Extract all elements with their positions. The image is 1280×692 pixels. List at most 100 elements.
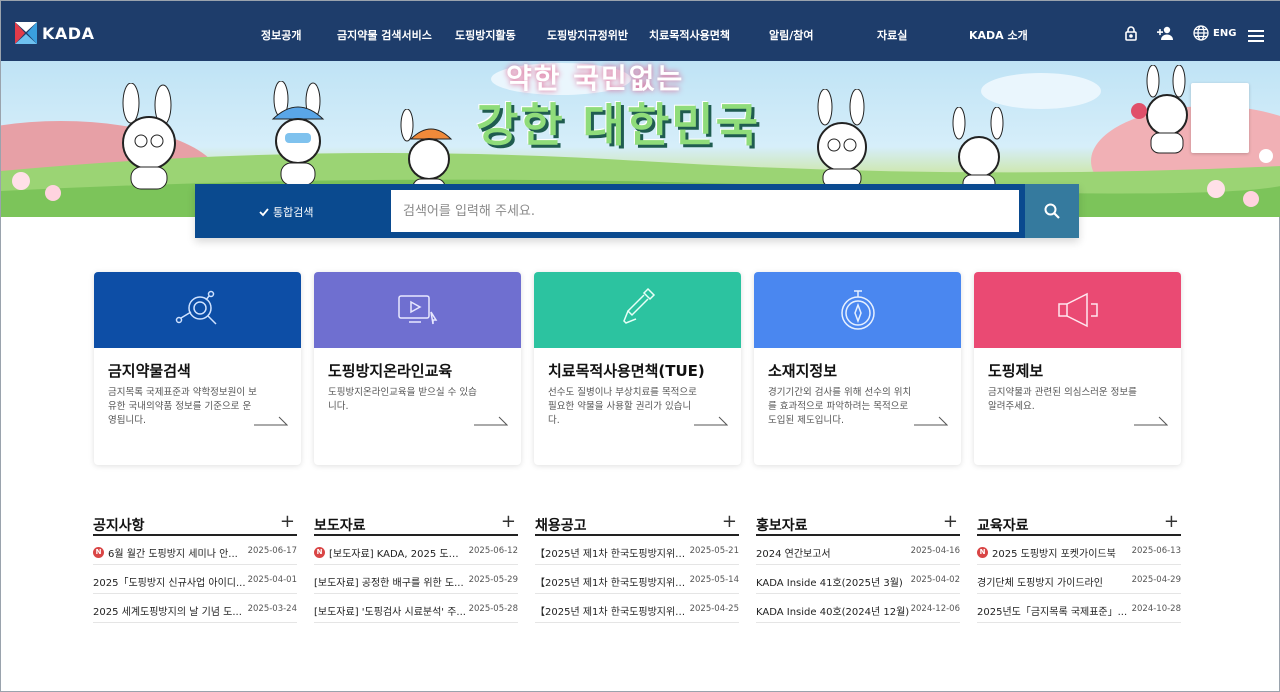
row-title: 2025년도「금지목록 국제표준」... xyxy=(977,607,1128,618)
card-tue[interactable]: 치료목적사용면책(TUE) 선수도 질병이나 부상치료를 목적으로 필요한 약물… xyxy=(534,272,741,465)
board-title: 홍보자료 xyxy=(756,518,808,534)
board-row[interactable]: N 2025 도핑방지 포켓가이드북 2025-06-13 xyxy=(977,536,1181,565)
card-online-education[interactable]: 도핑방지온라인교육 도핑방지온라인교육을 받으실 수 있습니다. xyxy=(314,272,521,465)
nav-item-about[interactable]: KADA 소개 xyxy=(969,27,1028,43)
user-add-icon[interactable] xyxy=(1157,25,1173,41)
search-bar: 통합검색 xyxy=(195,184,1079,238)
dropper-icon xyxy=(622,287,655,324)
board-header: 보도자료 + xyxy=(314,513,518,536)
board-row[interactable]: 2025「도핑방지 신규사업 아이디... 2025-04-01 xyxy=(93,565,297,594)
card-desc: 경기기간외 검사를 위해 선수의 위치를 효과적으로 파악하려는 목적으로 도입… xyxy=(768,387,912,426)
board-header: 홍보자료 + xyxy=(756,513,960,536)
board-title: 교육자료 xyxy=(977,518,1029,534)
card-title: 치료목적사용면책(TUE) xyxy=(548,362,705,380)
board-recruit: 채용공고 + 【2025년 제1차 한국도핑방지위원... 2025-05-21 … xyxy=(535,513,739,623)
row-date: 2025-04-25 xyxy=(689,604,739,614)
row-title: 2024 연간보고서 xyxy=(756,549,831,560)
board-row[interactable]: 【2025년 제1차 한국도핑방지위원... 2025-05-14 xyxy=(535,565,739,594)
language-label: ENG xyxy=(1213,27,1237,39)
row-title: 【2025년 제1차 한국도핑방지위원... xyxy=(535,578,690,589)
board-row[interactable]: 【2025년 제1차 한국도핑방지위원... 2025-04-25 xyxy=(535,594,739,623)
search-icon xyxy=(1044,203,1060,219)
board-row[interactable]: 2025년도「금지목록 국제표준」... 2024-10-28 xyxy=(977,594,1181,623)
row-title: [보도자료] '도핑검사 시료분석' 주... xyxy=(314,607,466,618)
board-row[interactable]: [보도자료] 공정한 배구를 위한 도... 2025-05-29 xyxy=(314,565,518,594)
board-promotion: 홍보자료 + 2024 연간보고서 2025-04-16 KADA Inside … xyxy=(756,513,960,623)
nav-item-library[interactable]: 자료실 xyxy=(877,27,907,43)
campaign-logo-badge xyxy=(1191,83,1249,153)
row-date: 2025-05-21 xyxy=(689,546,739,556)
arrow-right-icon xyxy=(1134,416,1168,426)
lock-icon[interactable] xyxy=(1123,25,1139,41)
nav-item-violations[interactable]: 도핑방지규정위반 xyxy=(547,27,628,43)
compass-icon xyxy=(840,290,875,330)
search-tab-integrated[interactable]: 통합검색 xyxy=(259,204,313,220)
search-input[interactable] xyxy=(391,190,1019,232)
board-row[interactable]: [보도자료] '도핑검사 시료분석' 주... 2025-05-28 xyxy=(314,594,518,623)
video-play-icon xyxy=(397,295,437,325)
mascot-center-right xyxy=(817,89,867,188)
row-title: 2025 세계도핑방지의 날 기념 도... xyxy=(93,607,242,618)
nav-item-activities[interactable]: 도핑방지활동 xyxy=(455,27,516,43)
card-title: 도핑제보 xyxy=(988,362,1044,380)
row-date: 2025-04-29 xyxy=(1131,575,1181,585)
menu-icon[interactable] xyxy=(1248,27,1264,43)
board-row[interactable]: 2024 연간보고서 2025-04-16 xyxy=(756,536,960,565)
row-date: 2025-05-28 xyxy=(468,604,518,614)
card-whereabouts[interactable]: 소재지정보 경기기간외 검사를 위해 선수의 위치를 효과적으로 파악하려는 목… xyxy=(754,272,961,465)
plus-icon[interactable]: + xyxy=(280,513,295,531)
main-nav: 정보공개 금지약물 검색서비스 도핑방지활동 도핑방지규정위반 치료목적사용면책… xyxy=(1,1,1280,61)
board-row[interactable]: 2025 세계도핑방지의 날 기념 도... 2025-03-24 xyxy=(93,594,297,623)
arrow-right-icon xyxy=(694,416,728,426)
row-title: 【2025년 제1차 한국도핑방지위원... xyxy=(535,607,690,618)
plus-icon[interactable]: + xyxy=(1164,513,1179,531)
mascot-blue-cap xyxy=(271,81,325,186)
plus-icon[interactable]: + xyxy=(722,513,737,531)
board-title: 보도자료 xyxy=(314,518,366,534)
card-drug-search[interactable]: 금지약물검색 금지목록 국제표준과 약학정보원이 보유한 국내의약품 정보를 기… xyxy=(94,272,301,465)
row-date: 2024-12-06 xyxy=(910,604,960,614)
plus-icon[interactable]: + xyxy=(943,513,958,531)
nav-item-drug-search[interactable]: 금지약물 검색서비스 xyxy=(337,27,432,43)
board-header: 공지사항 + xyxy=(93,513,297,536)
card-title: 금지약물검색 xyxy=(108,362,191,380)
row-date: 2025-04-02 xyxy=(910,575,960,585)
board-row[interactable]: KADA Inside 40호(2024년 12월) 2024-12-06 xyxy=(756,594,960,623)
card-header xyxy=(314,272,521,348)
row-date: 2025-06-13 xyxy=(1131,546,1181,556)
nav-item-info[interactable]: 정보공개 xyxy=(261,27,301,43)
card-report-doping[interactable]: 도핑제보 금지약물과 관련된 의심스러운 정보를 알려주세요. xyxy=(974,272,1181,465)
language-switch[interactable]: ENG xyxy=(1193,25,1236,41)
board-title: 공지사항 xyxy=(93,518,145,534)
new-badge: N xyxy=(314,547,325,558)
card-desc: 금지약물과 관련된 의심스러운 정보를 알려주세요. xyxy=(988,387,1137,412)
row-date: 2025-06-12 xyxy=(468,546,518,556)
plus-icon[interactable]: + xyxy=(501,513,516,531)
board-row[interactable]: 【2025년 제1차 한국도핑방지위원... 2025-05-21 xyxy=(535,536,739,565)
search-tab-label: 통합검색 xyxy=(273,206,314,219)
row-date: 2025-04-01 xyxy=(247,575,297,585)
row-title: 2025 도핑방지 포켓가이드북 xyxy=(992,549,1116,560)
megaphone-icon xyxy=(1057,292,1098,328)
board-title: 채용공고 xyxy=(535,518,587,534)
board-row[interactable]: 경기단체 도핑방지 가이드라인 2025-04-29 xyxy=(977,565,1181,594)
card-header xyxy=(534,272,741,348)
board-header: 교육자료 + xyxy=(977,513,1181,536)
board-row[interactable]: N [보도자료] KADA, 2025 도핑... 2025-06-12 xyxy=(314,536,518,565)
row-title: [보도자료] KADA, 2025 도핑... xyxy=(329,549,464,560)
new-badge: N xyxy=(977,547,988,558)
top-header: KADA 정보공개 금지약물 검색서비스 도핑방지활동 도핑방지규정위반 치료목… xyxy=(1,1,1280,61)
mascot-left xyxy=(122,83,176,190)
row-date: 2025-05-29 xyxy=(468,575,518,585)
globe-icon xyxy=(1193,25,1209,41)
row-title: KADA Inside 41호(2025년 3월) xyxy=(756,578,903,589)
search-button[interactable] xyxy=(1025,184,1079,238)
row-date: 2025-06-17 xyxy=(247,546,297,556)
card-title: 소재지정보 xyxy=(768,362,838,380)
card-desc: 선수도 질병이나 부상치료를 목적으로 필요한 약물을 사용할 권리가 있습니다… xyxy=(548,387,697,426)
nav-item-news[interactable]: 알림/참여 xyxy=(769,27,814,43)
board-row[interactable]: KADA Inside 41호(2025년 3월) 2025-04-02 xyxy=(756,565,960,594)
nav-item-tue[interactable]: 치료목적사용면책 xyxy=(649,27,730,43)
card-header xyxy=(974,272,1181,348)
board-row[interactable]: N 6월 월간 도핑방지 세미나 안... 2025-06-17 xyxy=(93,536,297,565)
